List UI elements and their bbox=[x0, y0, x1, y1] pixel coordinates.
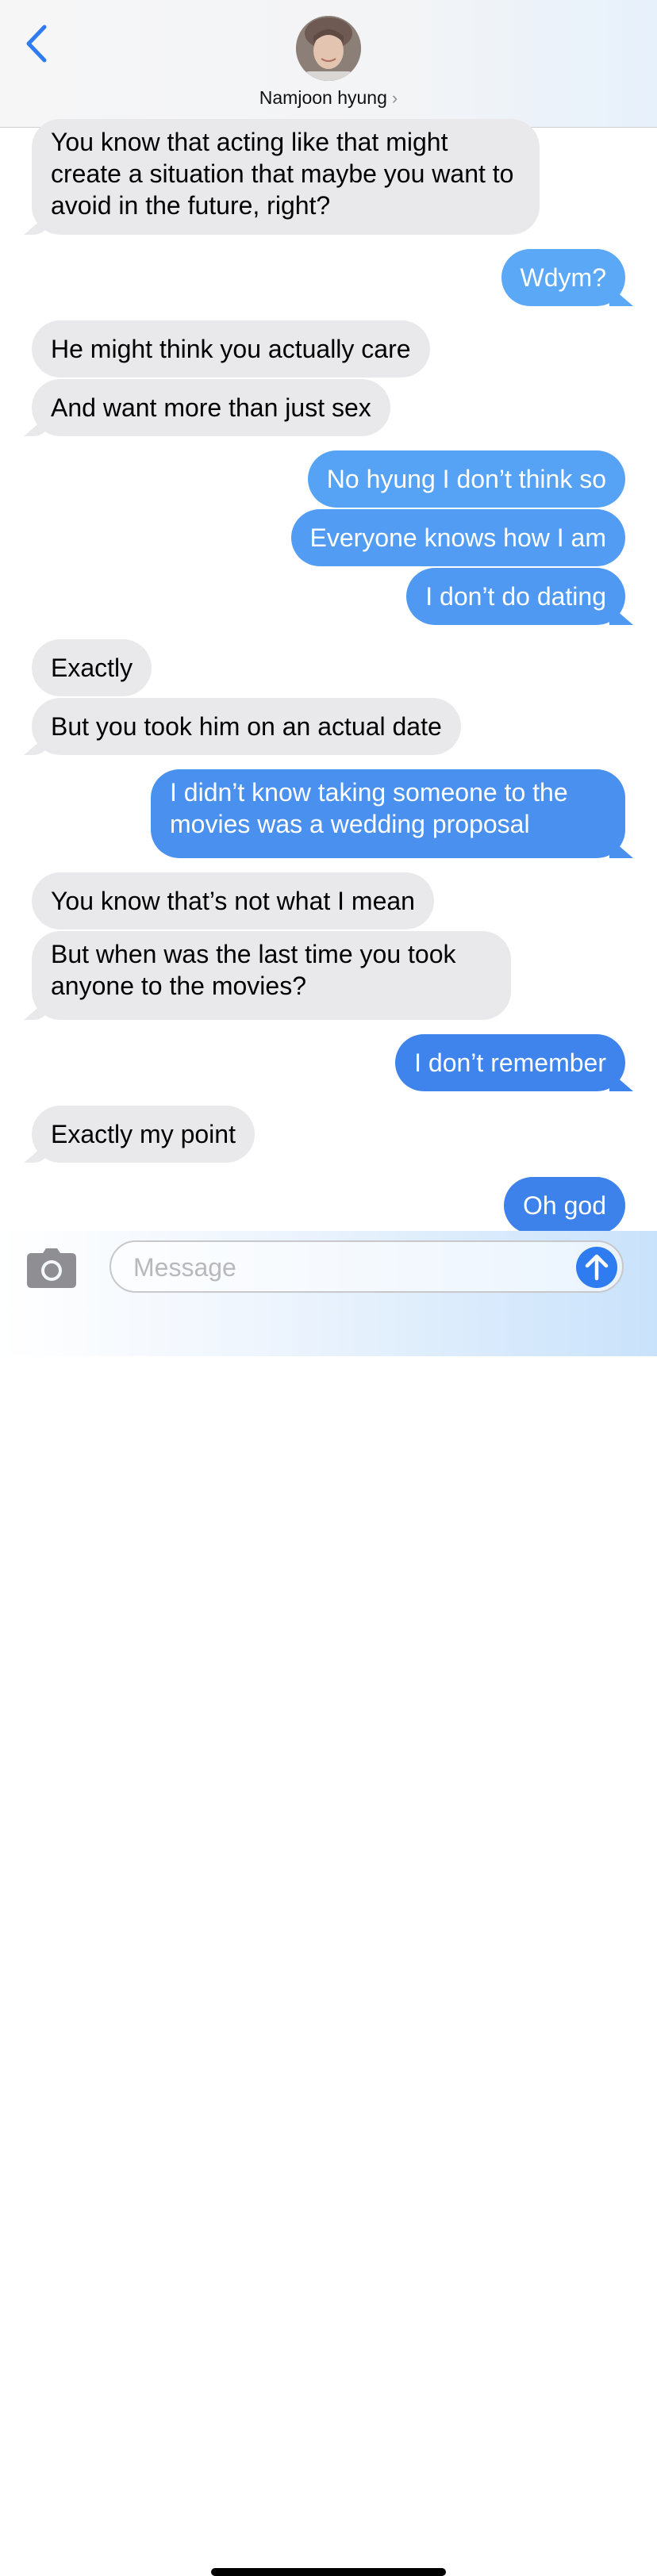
home-indicator bbox=[211, 2568, 446, 2576]
incoming-message[interactable]: But you took him on an actual date bbox=[32, 698, 461, 755]
avatar[interactable] bbox=[296, 16, 361, 81]
outgoing-message[interactable]: I don’t remember bbox=[395, 1034, 625, 1091]
outgoing-message[interactable]: I didn’t know taking someone to the movi… bbox=[151, 769, 625, 858]
chevron-right-icon: › bbox=[391, 88, 398, 108]
outgoing-message[interactable]: No hyung I don’t think so bbox=[307, 450, 625, 508]
send-button[interactable] bbox=[576, 1247, 617, 1288]
incoming-message[interactable]: You know that’s not what I mean bbox=[32, 872, 434, 930]
incoming-message[interactable]: Exactly bbox=[32, 639, 152, 696]
incoming-message[interactable]: He might think you actually care bbox=[32, 320, 430, 378]
incoming-message[interactable]: You know that acting like that might cre… bbox=[32, 119, 540, 235]
message-placeholder: Message bbox=[133, 1253, 236, 1282]
camera-icon bbox=[27, 1248, 76, 1288]
outgoing-message[interactable]: Wdym? bbox=[501, 249, 625, 306]
arrow-up-icon bbox=[585, 1254, 609, 1281]
back-button[interactable] bbox=[22, 22, 54, 65]
incoming-message[interactable]: Exactly my point bbox=[32, 1106, 255, 1163]
incoming-message[interactable]: But when was the last time you took anyo… bbox=[32, 931, 511, 1020]
outgoing-message[interactable]: Oh god bbox=[504, 1177, 625, 1234]
camera-button[interactable] bbox=[27, 1248, 76, 1288]
outgoing-message[interactable]: I don’t do dating bbox=[406, 568, 625, 625]
contact-name-button[interactable]: Namjoon hyung › bbox=[0, 87, 657, 109]
chevron-left-icon bbox=[26, 25, 47, 63]
contact-name: Namjoon hyung bbox=[259, 87, 387, 108]
conversation-header: Namjoon hyung › bbox=[0, 0, 657, 128]
outgoing-message[interactable]: Everyone knows how I am bbox=[290, 509, 625, 566]
incoming-message[interactable]: And want more than just sex bbox=[32, 379, 390, 436]
message-composer: Message bbox=[0, 1231, 657, 2576]
message-input[interactable]: Message bbox=[110, 1240, 624, 1293]
